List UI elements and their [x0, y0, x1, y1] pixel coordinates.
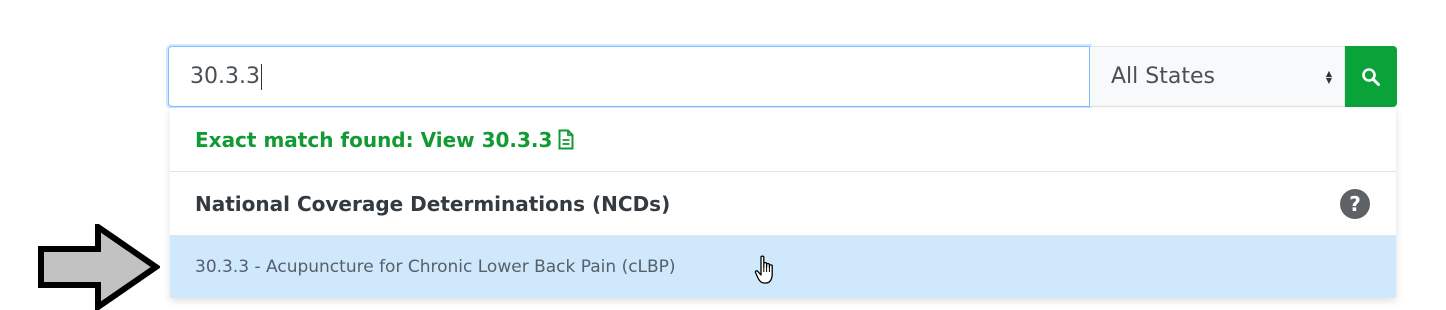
- search-result-item[interactable]: 30.3.3 - Acupuncture for Chronic Lower B…: [170, 236, 1396, 298]
- hand-pointer-icon: [754, 255, 773, 284]
- select-arrows-icon: ▲ ▼: [1325, 68, 1332, 85]
- search-bar: 30.3.3 All States ▲ ▼: [168, 46, 1397, 107]
- section-header-ncds: National Coverage Determinations (NCDs) …: [170, 172, 1396, 236]
- state-select[interactable]: All States ▲ ▼: [1090, 46, 1345, 107]
- search-result-label: 30.3.3 - Acupuncture for Chronic Lower B…: [195, 257, 676, 277]
- text-caret: [260, 63, 262, 90]
- page: 30.3.3 All States ▲ ▼ Exact match found: …: [0, 0, 1446, 310]
- exact-match-text: Exact match found: View 30.3.3: [195, 127, 553, 152]
- help-icon[interactable]: ?: [1340, 188, 1370, 219]
- section-title: National Coverage Determinations (NCDs): [195, 191, 671, 216]
- exact-match-link[interactable]: Exact match found: View 30.3.3: [170, 108, 1396, 172]
- state-select-value: All States: [1111, 64, 1215, 89]
- right-arrow-icon: [38, 224, 160, 310]
- search-input-value: 30.3.3: [190, 64, 260, 89]
- search-suggestions-dropdown: Exact match found: View 30.3.3 National …: [170, 108, 1396, 298]
- document-icon: [558, 129, 574, 150]
- search-button[interactable]: [1345, 46, 1397, 107]
- search-input[interactable]: 30.3.3: [168, 46, 1090, 107]
- search-icon: [1362, 67, 1380, 86]
